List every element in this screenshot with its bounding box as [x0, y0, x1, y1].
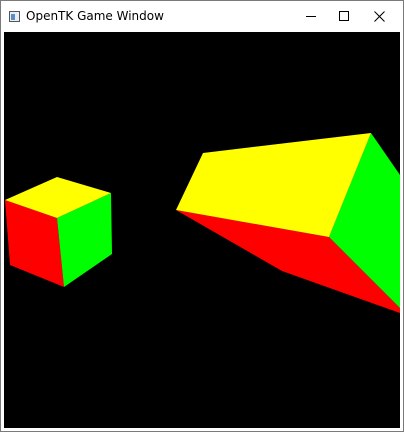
- window-title: OpenTK Game Window: [26, 9, 164, 23]
- minimize-icon: [306, 16, 316, 17]
- app-icon: [9, 11, 20, 22]
- title-bar[interactable]: OpenTK Game Window: [1, 1, 403, 32]
- game-viewport[interactable]: [4, 32, 400, 428]
- scene-canvas: [4, 32, 400, 428]
- close-button[interactable]: [357, 1, 403, 32]
- maximize-icon: [339, 11, 349, 21]
- close-icon: [374, 11, 385, 22]
- game-window: OpenTK Game Window: [0, 0, 404, 432]
